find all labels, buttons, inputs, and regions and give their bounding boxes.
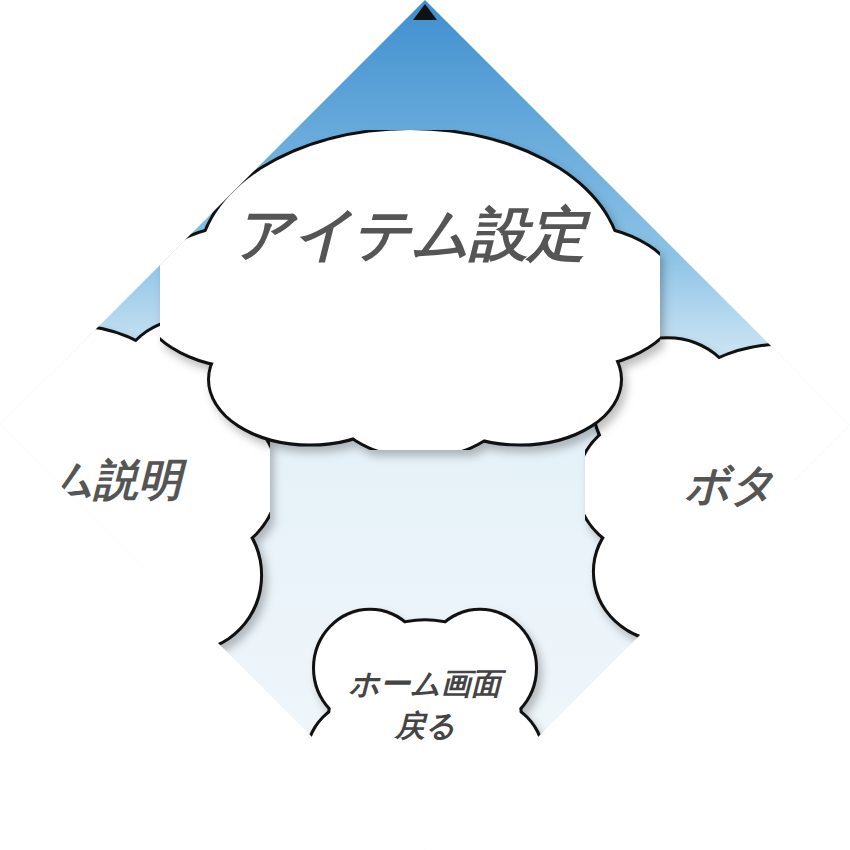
- menu-screen: ム説明 ボタ アイテム設定ホーム画面戻る: [0, 0, 850, 850]
- sky-diamond: ム説明 ボタ アイテム設定ホーム画面戻る: [0, 0, 850, 850]
- menu-label: ム説明: [49, 447, 182, 513]
- home-cloud[interactable]: ホーム画面戻る: [300, 590, 550, 850]
- menu-label: アイテム設定: [234, 190, 586, 277]
- home-label: ホーム画面: [349, 663, 501, 705]
- cloud-icon: [160, 130, 660, 450]
- right-menu-cloud[interactable]: ボタ: [585, 330, 850, 640]
- menu-label: ボタ: [685, 452, 775, 518]
- top-menu-cloud[interactable]: アイテム設定: [160, 130, 660, 450]
- up-arrow-icon: [411, 2, 439, 22]
- home-label: 戻る: [395, 705, 456, 747]
